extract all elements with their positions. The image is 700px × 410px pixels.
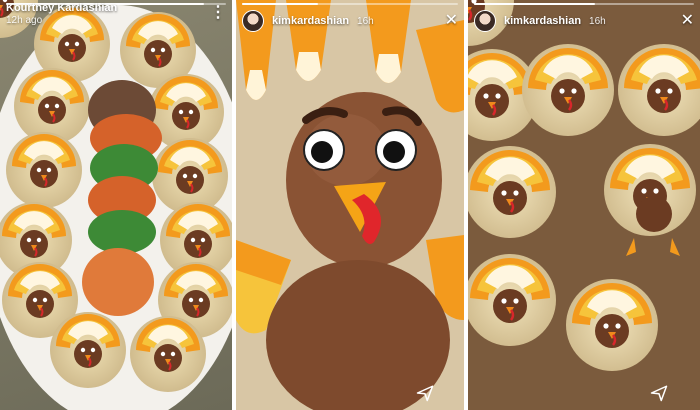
story-header: kimkardashian 16h ✕: [242, 8, 458, 34]
more-vertical-icon[interactable]: ⋮: [210, 5, 226, 21]
close-icon[interactable]: ✕: [681, 13, 694, 29]
send-icon[interactable]: [416, 384, 434, 402]
story-timestamp: 12h ago: [6, 15, 43, 26]
story-progress-bar: [242, 3, 458, 5]
story-username[interactable]: kimkardashian: [504, 15, 581, 27]
story-username[interactable]: kimkardashian: [272, 15, 349, 27]
send-icon[interactable]: [650, 384, 668, 402]
story-panel-kourtney[interactable]: Kourtney Kardashian 12h ago ⋮: [0, 0, 232, 410]
avatar[interactable]: [474, 10, 496, 32]
story-image-turkey-treats-plate: [0, 0, 232, 410]
story-timestamp: 16h: [589, 15, 606, 27]
story-username[interactable]: Kourtney Kardashian: [6, 2, 117, 14]
story-panel-kim-closeup[interactable]: kimkardashian 16h ✕: [236, 0, 464, 410]
avatar[interactable]: [242, 10, 264, 32]
story-image-turkey-treats-tray: [468, 0, 700, 410]
story-progress-bar: [474, 3, 694, 5]
story-image-turkey-closeup: [236, 0, 464, 410]
story-header: Kourtney Kardashian 12h ago ⋮: [6, 2, 226, 28]
story-progress-fill: [474, 3, 595, 5]
story-header: kimkardashian 16h ✕: [474, 8, 694, 34]
close-icon[interactable]: ✕: [445, 13, 458, 29]
story-panel-kim-tray[interactable]: kimkardashian 16h ✕: [468, 0, 700, 410]
story-progress-fill: [242, 3, 318, 5]
story-timestamp: 16h: [357, 15, 374, 27]
